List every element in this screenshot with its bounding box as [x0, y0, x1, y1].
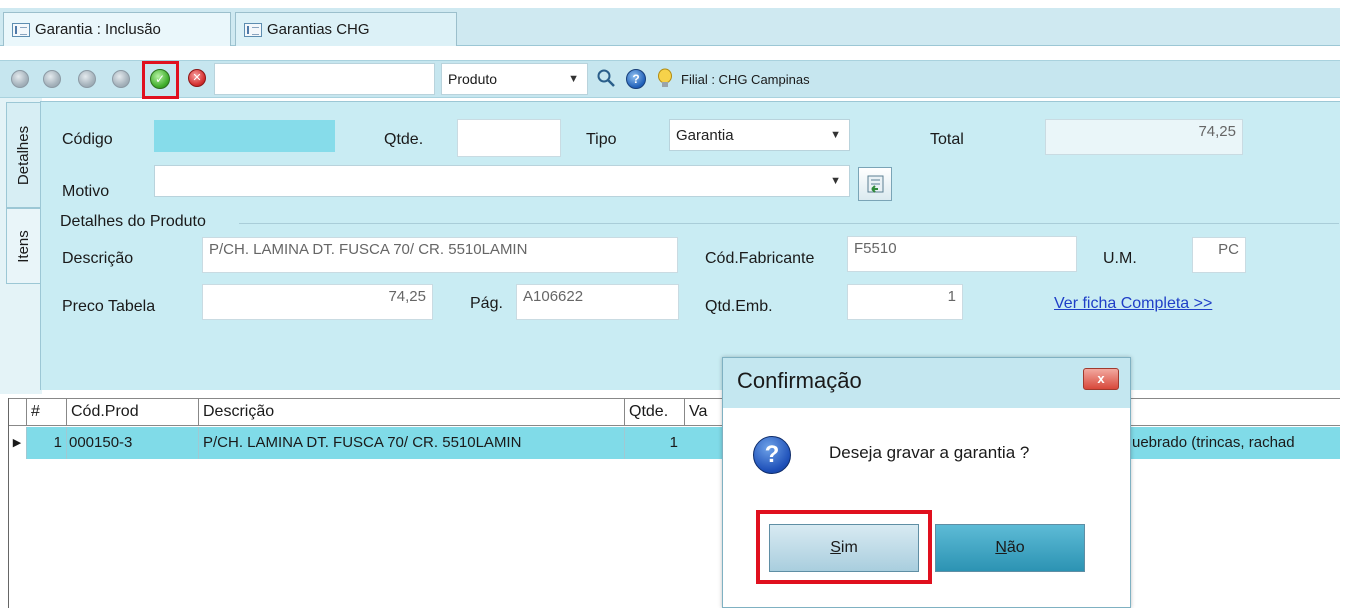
col-header-qtde[interactable]: Qtde. — [624, 399, 684, 425]
side-tab-itens[interactable]: Itens — [6, 208, 40, 284]
help-icon[interactable]: ? — [626, 69, 646, 89]
chevron-down-icon: ▼ — [830, 129, 841, 141]
total-label: Total — [930, 131, 964, 148]
qtd-emb-field: 1 — [847, 284, 963, 320]
col-header-valor[interactable]: Va — [684, 399, 724, 425]
tipo-label: Tipo — [586, 131, 617, 148]
pag-field: A106622 — [516, 284, 679, 320]
chevron-down-icon: ▼ — [568, 73, 579, 85]
um-field: PC — [1192, 237, 1246, 273]
ver-ficha-link[interactable]: Ver ficha Completa >> — [1054, 295, 1212, 313]
preco-tabela-label: Preco Tabela — [62, 298, 156, 315]
qtde-label: Qtde. — [384, 131, 424, 148]
motivo-select[interactable]: ▼ — [154, 165, 850, 197]
grid-header: # Cód.Prod Descrição Qtde. Va — [8, 398, 1340, 426]
descricao-field: P/CH. LAMINA DT. FUSCA 70/ CR. 5510LAMIN — [202, 237, 678, 273]
codigo-field[interactable] — [154, 120, 335, 152]
total-field: 74,25 — [1045, 119, 1243, 155]
sim-label: im — [840, 539, 858, 556]
tab-garantia-inclusao[interactable]: Garantia : Inclusão — [3, 12, 231, 46]
codigo-label: Código — [62, 131, 113, 148]
chevron-down-icon: ▼ — [830, 175, 841, 187]
um-label: U.M. — [1103, 250, 1137, 267]
nao-accelerator: N — [995, 539, 1007, 556]
last-icon[interactable] — [112, 70, 130, 88]
details-panel: Código Qtde. Tipo Garantia ▼ Total 74,25… — [40, 101, 1340, 390]
row-qtde: 1 — [624, 427, 684, 459]
qtde-field[interactable] — [457, 119, 561, 157]
section-divider — [239, 223, 1339, 224]
grid-body — [8, 459, 1340, 608]
motivo-lookup-button[interactable] — [858, 167, 892, 201]
preco-tabela-field: 74,25 — [202, 284, 433, 320]
tab-label: Garantias CHG — [267, 21, 370, 38]
search-field-value: Produto — [448, 71, 498, 87]
search-field-select[interactable]: Produto ▼ — [441, 63, 588, 95]
filial-label: Filial : CHG Campinas — [681, 72, 810, 87]
nao-button[interactable]: Não — [935, 524, 1085, 572]
tipo-value: Garantia — [676, 126, 734, 144]
col-header-cod[interactable]: Cód.Prod — [66, 399, 198, 425]
confirm-icon[interactable]: ✓ — [150, 69, 170, 89]
tipo-select[interactable]: Garantia ▼ — [669, 119, 850, 151]
qtd-emb-label: Qtd.Emb. — [705, 298, 773, 315]
prev-icon[interactable] — [43, 70, 61, 88]
tab-label: Garantia : Inclusão — [35, 21, 161, 38]
side-tab-label: Itens — [15, 229, 32, 263]
dialog-body: ? Deseja gravar a garantia ? Sim Não — [723, 408, 1130, 607]
dialog-message: Deseja gravar a garantia ? — [829, 443, 1030, 462]
close-button[interactable]: x — [1083, 368, 1119, 390]
col-header-descricao[interactable]: Descrição — [198, 399, 624, 425]
grid-left-border — [8, 398, 9, 608]
motivo-label: Motivo — [62, 183, 110, 200]
row-motivo: uebrado (trincas, rachad — [1132, 434, 1295, 451]
row-cod: 000150-3 — [66, 427, 198, 459]
side-tab-strip: Detalhes Itens — [0, 98, 42, 394]
toolbar: ✓ ✕ Produto ▼ ? Filial : CHG Campinas — [0, 60, 1340, 99]
question-icon: ? — [753, 436, 791, 474]
nao-label: ão — [1006, 539, 1025, 556]
search-icon[interactable] — [596, 68, 616, 94]
tab-garantias-chg[interactable]: Garantias CHG — [235, 12, 457, 46]
tip-icon[interactable] — [657, 68, 673, 94]
list-arrow-icon — [867, 175, 884, 193]
cod-fabricante-label: Cód.Fabricante — [705, 250, 815, 267]
cod-fabricante-field: F5510 — [847, 236, 1077, 272]
cancel-icon[interactable]: ✕ — [188, 69, 206, 87]
sim-button[interactable]: Sim — [769, 524, 919, 572]
produto-section-title: Detalhes do Produto — [60, 213, 206, 230]
tab-bar: Garantia : Inclusão Garantias CHG — [0, 8, 1340, 46]
first-icon[interactable] — [11, 70, 29, 88]
row-descricao: P/CH. LAMINA DT. FUSCA 70/ CR. 5510LAMIN — [198, 427, 624, 459]
sim-accelerator: S — [830, 539, 841, 556]
side-tab-label: Detalhes — [15, 125, 33, 185]
form-icon — [12, 22, 30, 37]
side-tab-detalhes[interactable]: Detalhes — [6, 102, 40, 208]
close-icon: x — [1097, 371, 1105, 386]
search-input[interactable] — [214, 63, 435, 95]
table-row[interactable]: ▶ 1 000150-3 P/CH. LAMINA DT. FUSCA 70/ … — [8, 427, 1340, 459]
pag-label: Pág. — [470, 295, 503, 312]
form-icon — [244, 22, 262, 37]
row-num: 1 — [26, 427, 66, 459]
row-selector-icon: ▶ — [8, 427, 26, 459]
col-header-num[interactable]: # — [26, 399, 66, 425]
descricao-label: Descrição — [62, 250, 134, 267]
next-icon[interactable] — [78, 70, 96, 88]
dialog-title: Confirmação — [737, 368, 862, 393]
confirm-dialog: Confirmação x ? Deseja gravar a garantia… — [722, 357, 1131, 608]
top-strip — [0, 0, 1345, 8]
